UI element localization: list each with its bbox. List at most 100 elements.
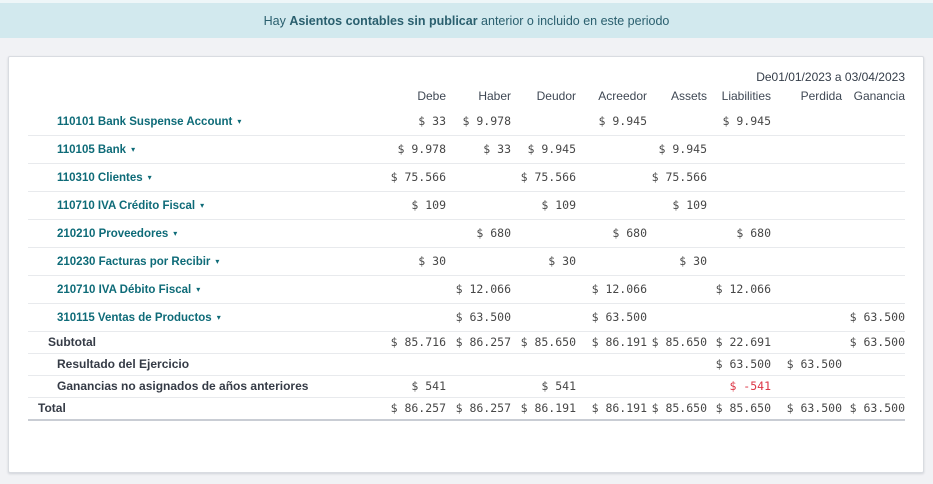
column-header-liabilities: Liabilities: [707, 85, 771, 107]
amount-cell: $ 75.566: [379, 163, 446, 191]
amount-cell: $ 85.650: [647, 331, 707, 353]
column-header-debe: Debe: [379, 85, 446, 107]
amount-cell: $ 541: [511, 375, 576, 397]
account-row: 210210 Proveedores▾ $ 680$ 680$ 680: [28, 219, 905, 247]
caret-down-icon[interactable]: ▾: [131, 145, 135, 154]
row-label: Resultado del Ejercicio: [28, 353, 379, 375]
caret-down-icon[interactable]: ▾: [173, 229, 177, 238]
caret-down-icon[interactable]: ▾: [148, 173, 152, 182]
amount-cell: $ 63.500: [446, 303, 511, 331]
amount-cell: [379, 219, 446, 247]
amount-cell: [842, 375, 905, 397]
amount-cell: [771, 331, 842, 353]
amount-cell: [647, 219, 707, 247]
amount-cell: $ 75.566: [647, 163, 707, 191]
amount-cell: $ 9.945: [647, 135, 707, 163]
amount-cell: $ 9.945: [576, 107, 647, 135]
account-link[interactable]: 210230 Facturas por Recibir: [57, 256, 210, 268]
total-row: Total $ 86.257$ 86.257$ 86.191$ 86.191$ …: [28, 397, 905, 420]
caret-down-icon[interactable]: ▾: [196, 285, 200, 294]
amount-cell: $ 85.650: [511, 331, 576, 353]
account-link[interactable]: 110105 Bank: [57, 144, 126, 156]
account-link[interactable]: 110310 Clientes: [57, 172, 143, 184]
amount-cell: [842, 219, 905, 247]
amount-cell: [771, 135, 842, 163]
unposted-entries-banner: Hay Asientos contables sin publicar ante…: [0, 3, 933, 38]
amount-cell: $ 86.257: [446, 331, 511, 353]
amount-cell: $ 22.691: [707, 331, 771, 353]
amount-cell: $ 9.945: [511, 135, 576, 163]
amount-cell: $ 75.566: [511, 163, 576, 191]
amount-cell: [707, 303, 771, 331]
unposted-entries-link[interactable]: Asientos contables sin publicar: [289, 14, 477, 28]
caret-down-icon[interactable]: ▾: [200, 201, 204, 210]
amount-cell: $ 30: [379, 247, 446, 275]
account-row: 110710 IVA Crédito Fiscal▾ $ 109$ 109$ 1…: [28, 191, 905, 219]
amount-cell: $ 12.066: [446, 275, 511, 303]
row-label: 110310 Clientes ▾: [28, 163, 379, 191]
amount-cell: $ 86.191: [576, 397, 647, 420]
caret-down-icon[interactable]: ▾: [237, 117, 241, 126]
amount-cell: $ 9.945: [707, 107, 771, 135]
amount-cell: [379, 353, 446, 375]
amount-cell: $ 9.978: [446, 107, 511, 135]
amount-cell: [511, 275, 576, 303]
row-label: Ganancias no asignados de años anteriore…: [28, 375, 379, 397]
column-header-haber: Haber: [446, 85, 511, 107]
amount-cell: $ 63.500: [842, 303, 905, 331]
banner-text: Hay Asientos contables sin publicar ante…: [264, 14, 670, 28]
amount-cell: [647, 107, 707, 135]
banner-text-suffix: anterior o incluido en este periodo: [478, 14, 670, 28]
amount-cell: [842, 275, 905, 303]
amount-cell: $ 63.500: [842, 331, 905, 353]
account-link[interactable]: 110710 IVA Crédito Fiscal: [57, 200, 195, 212]
amount-cell: $ 63.500: [576, 303, 647, 331]
amount-cell: $ -541: [707, 375, 771, 397]
amount-cell: [647, 353, 707, 375]
amount-cell: $ 85.716: [379, 331, 446, 353]
amount-cell: [771, 275, 842, 303]
report-table-body: 110101 Bank Suspense Account ▾ $ 33$ 9.97…: [28, 107, 905, 420]
amount-cell: [446, 247, 511, 275]
amount-cell: $ 680: [446, 219, 511, 247]
amount-cell: [511, 219, 576, 247]
amount-cell: [647, 303, 707, 331]
amount-cell: [707, 135, 771, 163]
balance-report-table: Debe Haber Deudor Acreedor Assets Liabil…: [28, 85, 905, 421]
amount-cell: [446, 353, 511, 375]
account-link[interactable]: 310115 Ventas de Productos: [57, 312, 212, 324]
account-link[interactable]: 210710 IVA Débito Fiscal: [57, 284, 191, 296]
inner-row: Ganancias no asignados de años anteriore…: [28, 375, 905, 397]
account-link[interactable]: 210210 Proveedores: [57, 228, 168, 240]
amount-cell: [647, 375, 707, 397]
row-label: 110710 IVA Crédito Fiscal ▾: [28, 191, 379, 219]
column-header-deudor: Deudor: [511, 85, 576, 107]
row-label: 310115 Ventas de Productos ▾: [28, 303, 379, 331]
amount-cell: [771, 303, 842, 331]
amount-cell: [707, 247, 771, 275]
amount-cell: [771, 191, 842, 219]
amount-cell: [379, 303, 446, 331]
amount-cell: [771, 219, 842, 247]
account-link[interactable]: 110101 Bank Suspense Account: [57, 116, 232, 128]
account-row: 210710 IVA Débito Fiscal ▾ $ 12.066 $ 12.0…: [28, 275, 905, 303]
row-label: 110101 Bank Suspense Account ▾: [28, 107, 379, 135]
amount-cell: [842, 247, 905, 275]
caret-down-icon[interactable]: ▾: [215, 257, 219, 266]
amount-cell: [576, 247, 647, 275]
amount-cell: [647, 275, 707, 303]
amount-cell: $ 85.650: [647, 397, 707, 420]
row-label: 210230 Facturas por Recibir ▾: [28, 247, 379, 275]
caret-down-icon[interactable]: ▾: [217, 313, 221, 322]
amount-cell: [576, 191, 647, 219]
banner-text-prefix: Hay: [264, 14, 290, 28]
row-label: 210710 IVA Débito Fiscal ▾: [28, 275, 379, 303]
amount-cell: $ 63.500: [707, 353, 771, 375]
column-header-assets: Assets: [647, 85, 707, 107]
amount-cell: [771, 247, 842, 275]
account-row: 110310 Clientes ▾ $ 75.566 $ 75.566 $ 75.56…: [28, 163, 905, 191]
amount-cell: $ 12.066: [576, 275, 647, 303]
amount-cell: $ 33: [446, 135, 511, 163]
amount-cell: $ 63.500: [842, 397, 905, 420]
amount-cell: [511, 303, 576, 331]
